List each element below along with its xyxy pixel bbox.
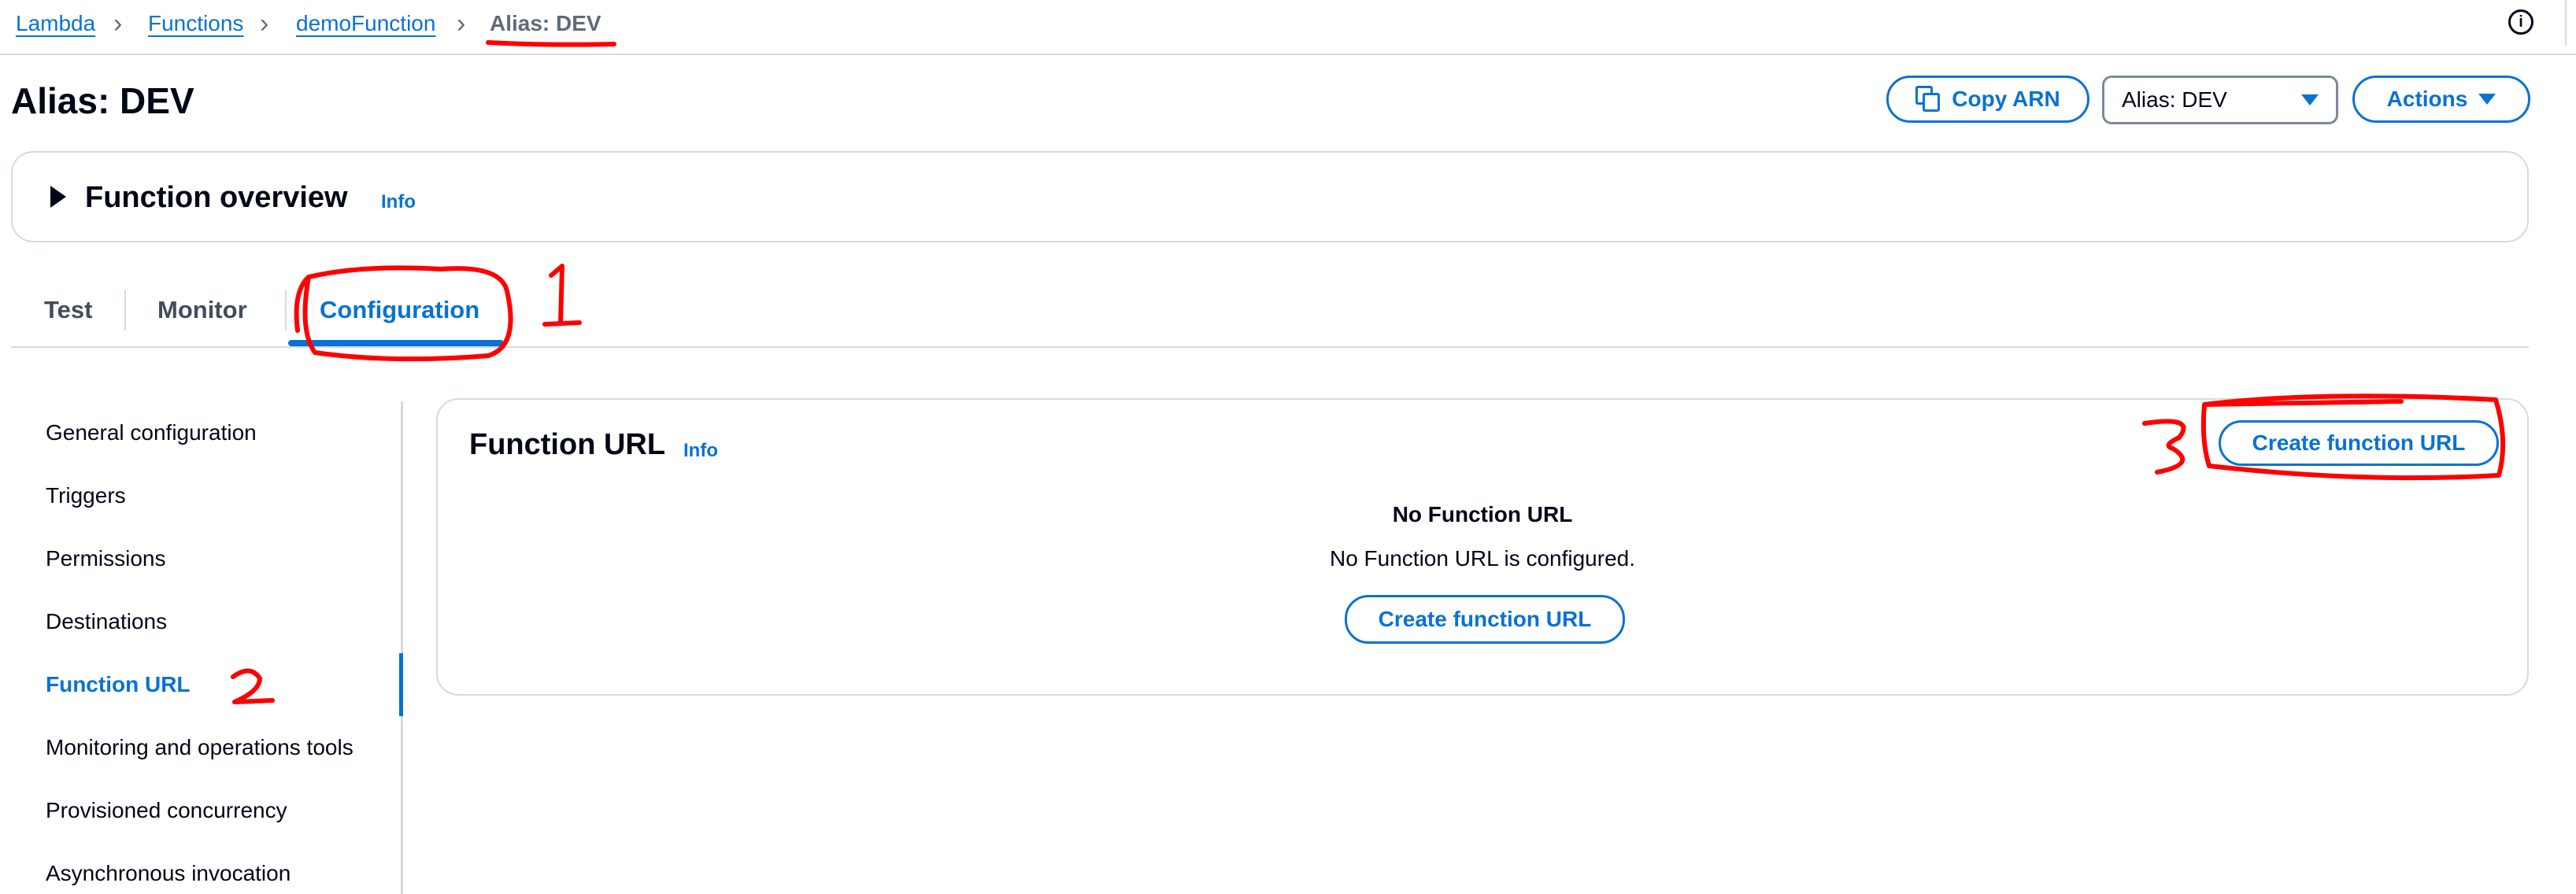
tabs-divider [11, 346, 2529, 348]
nav-permissions[interactable]: Permissions [46, 545, 165, 573]
create-function-url-button[interactable]: Create function URL [1345, 595, 1625, 644]
breadcrumb-functions[interactable]: Functions [148, 8, 243, 39]
info-circle-icon[interactable]: i [2508, 9, 2533, 35]
caret-down-icon [2478, 94, 2496, 105]
nav-triggers[interactable]: Triggers [46, 482, 126, 510]
alias-select[interactable]: Alias: DEV [2102, 76, 2338, 124]
function-url-title: Function URL [469, 428, 666, 461]
nav-asynchronous-invocation[interactable]: Asynchronous invocation [46, 859, 291, 888]
breadcrumb-lambda[interactable]: Lambda [16, 8, 95, 39]
copy-icon [1915, 86, 1941, 113]
tab-monitor[interactable]: Monitor [157, 293, 247, 327]
tab-divider [285, 290, 287, 331]
function-overview-panel[interactable]: Function overview Info [11, 151, 2529, 242]
nav-function-url[interactable]: Function URL [46, 670, 191, 699]
nav-provisioned-concurrency[interactable]: Provisioned concurrency [46, 796, 287, 825]
breadcrumb: Lambda › Functions › demoFunction › Alia… [0, 0, 2576, 55]
breadcrumb-current: Alias: DEV [490, 11, 601, 35]
overview-info-link[interactable]: Info [381, 190, 416, 214]
nav-active-indicator [399, 653, 403, 716]
tab-divider [124, 290, 126, 331]
function-overview-title: Function overview [85, 181, 348, 214]
function-url-info-link[interactable]: Info [683, 439, 718, 463]
breadcrumb-separator: › [457, 9, 466, 39]
function-url-panel: Function URL Info Create function URL No… [436, 398, 2529, 696]
annotation-label-2: 2 [244, 692, 246, 693]
actions-label: Actions [2386, 87, 2468, 111]
annotation-1-strokes [542, 264, 582, 327]
create-function-url-button-header[interactable]: Create function URL [2219, 420, 2499, 466]
breadcrumb-demofunction[interactable]: demoFunction [296, 8, 435, 39]
alias-select-value: Alias: DEV [2122, 87, 2227, 112]
caret-right-icon [50, 186, 66, 208]
copy-arn-label: Copy ARN [1952, 87, 2060, 111]
nav-destinations[interactable]: Destinations [46, 608, 167, 636]
actions-button[interactable]: Actions [2352, 76, 2530, 123]
tab-test[interactable]: Test [44, 293, 92, 327]
caret-down-icon [2301, 94, 2319, 105]
empty-state-heading: No Function URL [1392, 502, 1573, 526]
annotation-label-1: 1 [559, 298, 561, 300]
breadcrumb-separator: › [260, 9, 269, 39]
empty-state-text: No Function URL is configured. [1329, 546, 1636, 571]
side-nav-border [401, 401, 403, 894]
annotation-2-strokes [231, 668, 275, 704]
copy-arn-button[interactable]: Copy ARN [1886, 76, 2089, 123]
divider [2565, 0, 2567, 46]
breadcrumb-separator: › [113, 9, 123, 39]
tab-configuration[interactable]: Configuration [320, 293, 479, 327]
page-title: Alias: DEV [11, 80, 194, 121]
nav-general-configuration[interactable]: General configuration [46, 419, 257, 447]
nav-monitoring-tools[interactable]: Monitoring and operations tools [46, 733, 353, 762]
active-tab-indicator [288, 340, 504, 346]
